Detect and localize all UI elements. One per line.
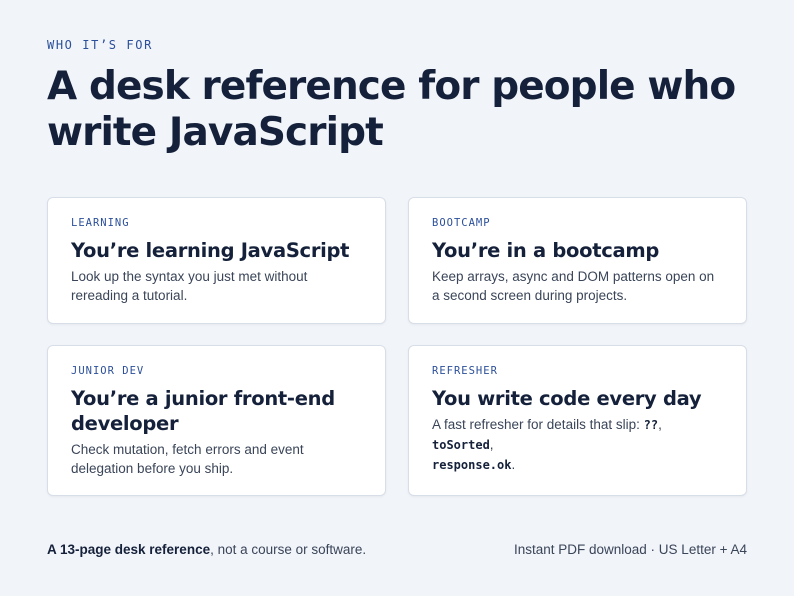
card-description: Keep arrays, async and DOM patterns open…	[432, 269, 715, 303]
section-eyebrow: WHO IT’S FOR	[47, 38, 153, 52]
card-title: You’re learning JavaScript	[71, 239, 350, 262]
card-title: You write code every day	[432, 387, 702, 410]
audience-section: WHO IT’S FOR A desk reference for people…	[47, 38, 747, 496]
card-tag: JUNIOR DEV	[71, 365, 145, 377]
code-nullish-coalescing: ??	[643, 418, 659, 432]
description-prefix: A fast refresher for details that slip:	[432, 417, 644, 432]
card-description: A fast refresher for details that slip: …	[432, 415, 723, 475]
code-response-ok: response.ok	[432, 458, 512, 472]
card-description: Check mutation, fetch errors and event d…	[71, 442, 304, 476]
audience-card-refresher: REFRESHER You write code every day A fas…	[408, 345, 747, 496]
audience-card-learning: LEARNING You’re learning JavaScript Look…	[47, 197, 386, 324]
audience-card-grid: LEARNING You’re learning JavaScript Look…	[47, 197, 747, 496]
footer-delivery-info: Instant PDF download · US Letter + A4	[513, 542, 747, 557]
audience-card-bootcamp: BOOTCAMP You’re in a bootcamp Keep array…	[408, 197, 747, 324]
card-tag: BOOTCAMP	[432, 217, 491, 229]
footer-summary-bold: A 13-page desk reference	[47, 542, 211, 557]
section-headline: A desk reference for people who write Ja…	[47, 64, 736, 155]
footer-summary: A 13-page desk reference, not a course o…	[47, 542, 366, 557]
card-title: You’re in a bootcamp	[432, 239, 660, 262]
code-to-sorted: toSorted	[432, 438, 490, 452]
description-separator: ,	[658, 417, 662, 432]
description-separator: ,	[489, 437, 494, 452]
audience-card-junior-dev: JUNIOR DEV You’re a junior front-end dev…	[47, 345, 386, 496]
card-tag: LEARNING	[71, 217, 130, 229]
description-suffix: .	[511, 457, 516, 472]
card-tag: REFRESHER	[432, 365, 498, 377]
footer-summary-rest: , not a course or software.	[210, 542, 367, 557]
card-description: Look up the syntax you just met without …	[71, 269, 308, 303]
card-title: You’re a junior front-end developer	[71, 387, 335, 435]
